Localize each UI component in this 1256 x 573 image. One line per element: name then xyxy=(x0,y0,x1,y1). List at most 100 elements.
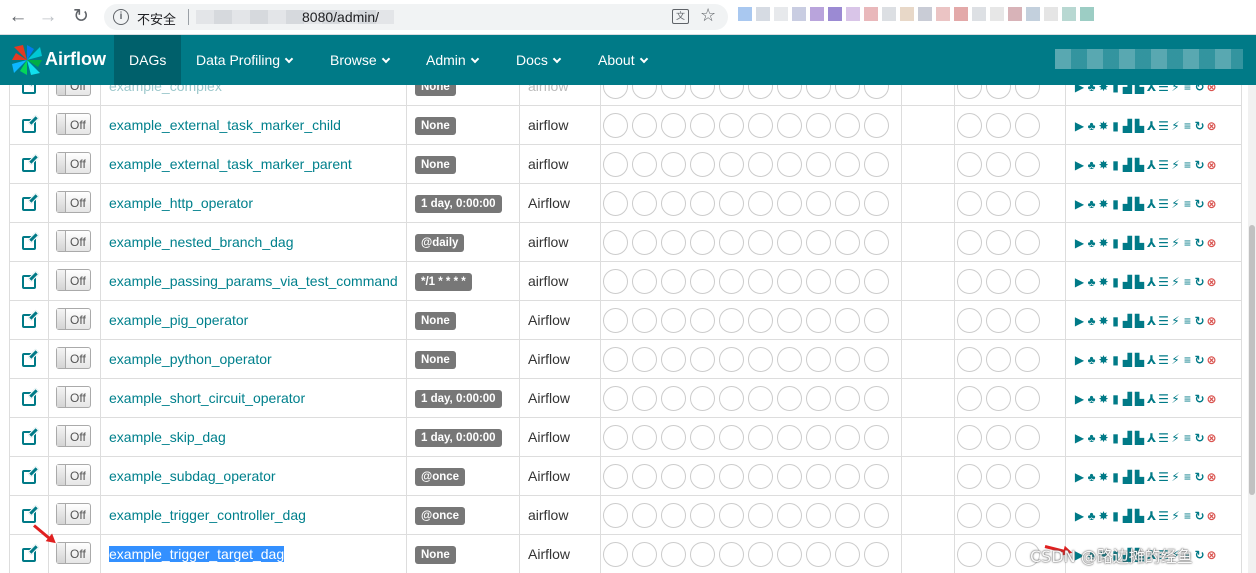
dag-run-status-circle[interactable] xyxy=(690,502,715,528)
dag-run-status-circle[interactable] xyxy=(661,190,686,216)
code-view-icon[interactable]: ☰ xyxy=(1157,392,1169,406)
tries-icon[interactable]: ▮ xyxy=(1109,197,1121,211)
dag-pause-toggle[interactable]: Off xyxy=(56,307,91,330)
recent-task-status-circle[interactable] xyxy=(957,112,982,138)
dag-pause-toggle[interactable]: Off xyxy=(56,229,91,252)
recent-task-status-circle[interactable] xyxy=(957,190,982,216)
task-duration-icon[interactable]: ⅄ xyxy=(1145,431,1157,445)
dag-run-status-circle[interactable] xyxy=(603,463,628,489)
dag-run-status-circle[interactable] xyxy=(748,346,773,372)
landing-times-icon[interactable]: ▟ xyxy=(1121,392,1133,406)
dag-run-status-circle[interactable] xyxy=(777,229,802,255)
gantt-icon[interactable]: ▙ xyxy=(1133,392,1145,406)
delete-dag-icon[interactable]: ↻ xyxy=(1193,431,1205,445)
dag-run-status-circle[interactable] xyxy=(632,112,657,138)
dag-run-status-circle[interactable] xyxy=(661,463,686,489)
delete-dag-icon[interactable]: ⊗ xyxy=(1205,275,1217,289)
info-icon[interactable]: i xyxy=(113,9,129,25)
tree-view-icon[interactable]: ♣ xyxy=(1085,431,1097,445)
refresh-icon[interactable]: ≡ xyxy=(1181,197,1193,211)
logs-icon[interactable]: ⚡ xyxy=(1169,392,1181,406)
dag-run-status-circle[interactable] xyxy=(603,268,628,294)
recent-task-status-circle[interactable] xyxy=(986,541,1011,567)
edit-icon[interactable] xyxy=(22,196,36,211)
dag-link[interactable]: example_pig_operator xyxy=(109,312,248,328)
dag-run-status-circle[interactable] xyxy=(632,346,657,372)
dag-run-status-circle[interactable] xyxy=(661,151,686,177)
dag-link[interactable]: example_external_task_marker_child xyxy=(109,117,341,133)
code-view-icon[interactable]: ☰ xyxy=(1157,275,1169,289)
dag-run-status-circle[interactable] xyxy=(835,385,860,411)
dag-run-status-circle[interactable] xyxy=(806,268,831,294)
nav-browse[interactable]: Browse xyxy=(330,35,390,85)
nav-docs[interactable]: Docs xyxy=(516,35,562,85)
recent-task-status-circle[interactable] xyxy=(1015,190,1040,216)
dag-run-status-circle[interactable] xyxy=(632,502,657,528)
dag-run-status-circle[interactable] xyxy=(661,85,686,99)
code-view-icon[interactable]: ☰ xyxy=(1157,314,1169,328)
graph-view-icon[interactable]: ✸ xyxy=(1097,158,1109,172)
code-view-icon[interactable]: ☰ xyxy=(1157,158,1169,172)
translate-icon[interactable]: 文 xyxy=(672,9,689,24)
landing-times-icon[interactable]: ▟ xyxy=(1121,353,1133,367)
dag-run-status-circle[interactable] xyxy=(661,385,686,411)
dag-run-status-circle[interactable] xyxy=(603,424,628,450)
dag-run-status-circle[interactable] xyxy=(632,385,657,411)
nav-admin[interactable]: Admin xyxy=(426,35,479,85)
trigger-dag-icon[interactable]: ▶ xyxy=(1073,470,1085,484)
logs-icon[interactable]: ⚡ xyxy=(1169,85,1181,94)
dag-run-status-circle[interactable] xyxy=(748,229,773,255)
dag-pause-toggle[interactable]: Off xyxy=(56,502,91,525)
refresh-icon[interactable]: ≡ xyxy=(1181,431,1193,445)
dag-run-status-circle[interactable] xyxy=(835,190,860,216)
reload-icon[interactable]: ↻ xyxy=(69,6,93,28)
tree-view-icon[interactable]: ♣ xyxy=(1085,236,1097,250)
trigger-dag-icon[interactable]: ▶ xyxy=(1073,392,1085,406)
delete-dag-icon[interactable]: ⊗ xyxy=(1205,548,1217,562)
edit-icon[interactable] xyxy=(22,274,36,289)
delete-dag-icon[interactable]: ⊗ xyxy=(1205,431,1217,445)
dag-run-status-circle[interactable] xyxy=(835,229,860,255)
dag-run-status-circle[interactable] xyxy=(806,190,831,216)
delete-dag-icon[interactable]: ↻ xyxy=(1193,158,1205,172)
recent-task-status-circle[interactable] xyxy=(986,229,1011,255)
dag-run-status-circle[interactable] xyxy=(690,424,715,450)
dag-run-status-circle[interactable] xyxy=(690,268,715,294)
logs-icon[interactable]: ⚡ xyxy=(1169,314,1181,328)
landing-times-icon[interactable]: ▟ xyxy=(1121,158,1133,172)
dag-run-status-circle[interactable] xyxy=(777,268,802,294)
dag-run-status-circle[interactable] xyxy=(777,541,802,567)
gantt-icon[interactable]: ▙ xyxy=(1133,314,1145,328)
recent-task-status-circle[interactable] xyxy=(986,190,1011,216)
refresh-icon[interactable]: ≡ xyxy=(1181,158,1193,172)
gantt-icon[interactable]: ▙ xyxy=(1133,275,1145,289)
graph-view-icon[interactable]: ✸ xyxy=(1097,85,1109,94)
brand[interactable]: Airflow xyxy=(10,35,114,85)
dag-run-status-circle[interactable] xyxy=(603,502,628,528)
refresh-icon[interactable]: ≡ xyxy=(1181,509,1193,523)
recent-task-status-circle[interactable] xyxy=(986,151,1011,177)
recent-task-status-circle[interactable] xyxy=(1015,229,1040,255)
dag-pause-toggle[interactable]: Off xyxy=(56,346,91,369)
landing-times-icon[interactable]: ▟ xyxy=(1121,119,1133,133)
dag-run-status-circle[interactable] xyxy=(835,463,860,489)
dag-run-status-circle[interactable] xyxy=(632,424,657,450)
dag-run-status-circle[interactable] xyxy=(864,268,889,294)
delete-dag-icon[interactable]: ↻ xyxy=(1193,119,1205,133)
delete-dag-icon[interactable]: ↻ xyxy=(1193,85,1205,94)
gantt-icon[interactable]: ▙ xyxy=(1133,197,1145,211)
tries-icon[interactable]: ▮ xyxy=(1109,431,1121,445)
graph-view-icon[interactable]: ✸ xyxy=(1097,509,1109,523)
task-duration-icon[interactable]: ⅄ xyxy=(1145,392,1157,406)
edit-icon[interactable] xyxy=(22,85,36,94)
refresh-icon[interactable]: ≡ xyxy=(1181,236,1193,250)
landing-times-icon[interactable]: ▟ xyxy=(1121,85,1133,94)
trigger-dag-icon[interactable]: ▶ xyxy=(1073,236,1085,250)
logs-icon[interactable]: ⚡ xyxy=(1169,431,1181,445)
graph-view-icon[interactable]: ✸ xyxy=(1097,314,1109,328)
dag-run-status-circle[interactable] xyxy=(603,112,628,138)
dag-run-status-circle[interactable] xyxy=(864,229,889,255)
dag-run-status-circle[interactable] xyxy=(864,112,889,138)
dag-run-status-circle[interactable] xyxy=(719,112,744,138)
landing-times-icon[interactable]: ▟ xyxy=(1121,236,1133,250)
